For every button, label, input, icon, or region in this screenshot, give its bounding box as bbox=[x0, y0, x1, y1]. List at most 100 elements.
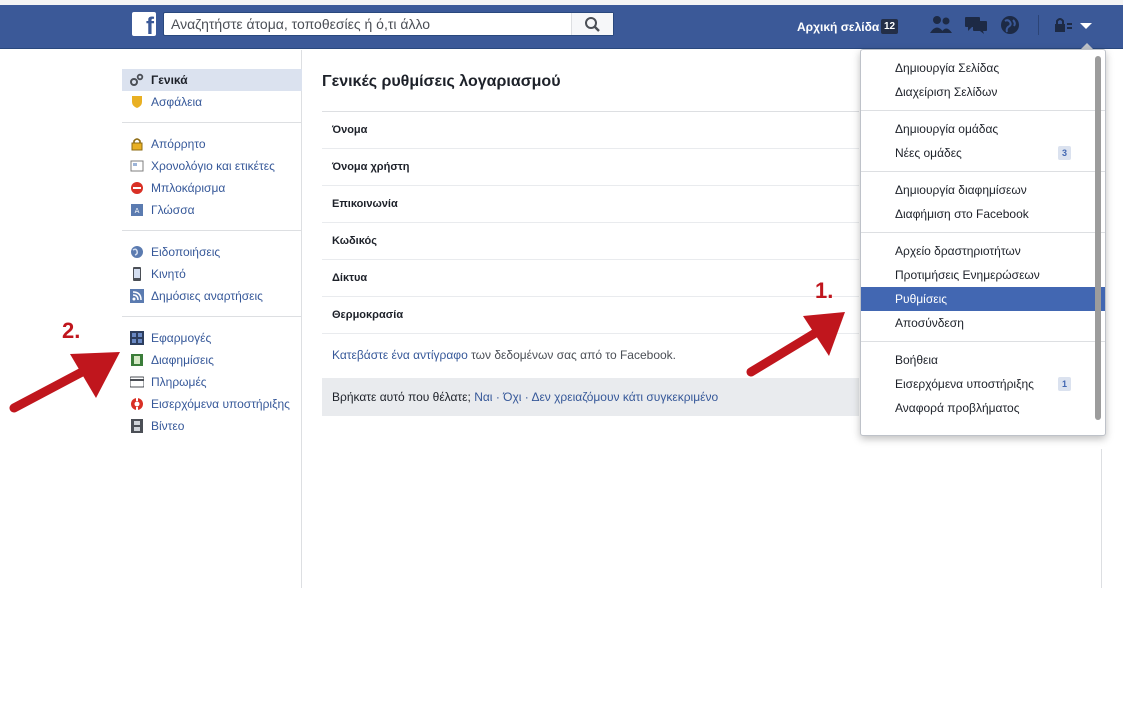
feedback-separator: · bbox=[521, 390, 532, 404]
sidebar-item-apps[interactable]: Εφαρμογές bbox=[122, 327, 302, 349]
sidebar-item-public-posts[interactable]: Δημόσιες αναρτήσεις bbox=[122, 285, 302, 307]
sidebar-item-ads[interactable]: Διαφημίσεις bbox=[122, 349, 302, 371]
download-rest-text: των δεδομένων σας από το Facebook. bbox=[467, 348, 677, 362]
dropdown-group-account: Αρχείο δραστηριοτήτων Προτιμήσεις Ενημερ… bbox=[861, 233, 1105, 342]
menu-item-label: Νέες ομάδες bbox=[895, 146, 962, 160]
annotation-arrow-2 bbox=[9, 352, 120, 413]
content-right-border bbox=[1101, 449, 1102, 588]
settings-row-networks[interactable]: Δίκτυα bbox=[322, 260, 859, 297]
feedback-bar: Βρήκατε αυτό που θέλατε; Ναι · Όχι · Δεν… bbox=[322, 378, 859, 416]
timeline-icon bbox=[130, 160, 144, 172]
sidebar-item-security[interactable]: Ασφάλεια bbox=[122, 91, 302, 113]
sidebar-item-timeline[interactable]: Χρονολόγιο και ετικέτες bbox=[122, 155, 302, 177]
sidebar-item-privacy[interactable]: Απόρρητο bbox=[122, 133, 302, 155]
annotation-arrow-1 bbox=[746, 312, 845, 377]
dropdown-group-help: Βοήθεια Εισερχόμενα υποστήριξης 1 Αναφορ… bbox=[861, 342, 1105, 426]
dropdown-scrollbar[interactable] bbox=[1095, 56, 1101, 420]
settings-sidebar: Γενικά Ασφάλεια Απόρρητο Χρονολόγιο και … bbox=[122, 69, 302, 456]
sidebar-item-notifications[interactable]: Ειδοποιήσεις bbox=[122, 241, 302, 263]
sidebar-item-label: Ασφάλεια bbox=[151, 95, 203, 109]
sidebar-item-label: Δημόσιες αναρτήσεις bbox=[151, 289, 263, 303]
feedback-nothing-link[interactable]: Δεν χρειαζόμουν κάτι συγκεκριμένο bbox=[531, 390, 718, 404]
dropdown-group-pages: Δημιουργία Σελίδας Διαχείριση Σελίδων bbox=[861, 50, 1105, 111]
sidebar-item-label: Απόρρητο bbox=[151, 137, 206, 151]
support-inbox-count-badge: 1 bbox=[1058, 377, 1071, 391]
sidebar-item-general[interactable]: Γενικά bbox=[122, 69, 302, 91]
page-title: Γενικές ρυθμίσεις λογαριασμού bbox=[322, 73, 561, 90]
gears-icon bbox=[130, 73, 144, 86]
settings-row-name[interactable]: Όνομα bbox=[322, 112, 859, 149]
sidebar-item-label: Εφαρμογές bbox=[151, 331, 212, 345]
menu-item-create-page[interactable]: Δημιουργία Σελίδας bbox=[861, 56, 1105, 80]
menu-item-manage-pages[interactable]: Διαχείριση Σελίδων bbox=[861, 80, 1105, 104]
menu-item-help[interactable]: Βοήθεια bbox=[861, 348, 1105, 372]
feedback-question: Βρήκατε αυτό που θέλατε; bbox=[332, 390, 471, 404]
settings-row-username[interactable]: Όνομα χρήστη bbox=[322, 149, 859, 186]
sidebar-item-label: Γλώσσα bbox=[151, 203, 195, 217]
top-bar: f Αρχική σελίδα 12 bbox=[0, 0, 1123, 49]
search-input[interactable] bbox=[164, 13, 574, 35]
nav-divider bbox=[1038, 15, 1039, 35]
film-icon bbox=[131, 419, 143, 433]
menu-item-settings[interactable]: Ρυθμίσεις bbox=[861, 287, 1105, 311]
settings-row-password[interactable]: Κωδικός bbox=[322, 223, 859, 260]
dropdown-group-groups: Δημιουργία ομάδας Νέες ομάδες 3 bbox=[861, 111, 1105, 172]
notifications-globe-icon[interactable] bbox=[998, 14, 1024, 36]
sidebar-item-blocking[interactable]: Μπλοκάρισμα bbox=[122, 177, 302, 199]
new-groups-count-badge: 3 bbox=[1058, 146, 1071, 160]
menu-item-create-ads[interactable]: Δημιουργία διαφημίσεων bbox=[861, 178, 1105, 202]
dropdown-group-ads: Δημιουργία διαφημίσεων Διαφήμιση στο Fac… bbox=[861, 172, 1105, 233]
account-dropdown-menu: Δημιουργία Σελίδας Διαχείριση Σελίδων Δη… bbox=[860, 49, 1106, 436]
sidebar-item-label: Ειδοποιήσεις bbox=[151, 245, 221, 259]
sidebar-item-label: Βίντεο bbox=[151, 419, 185, 433]
sidebar-group-privacy: Απόρρητο Χρονολόγιο και ετικέτες Μπλοκάρ… bbox=[122, 133, 302, 231]
feedback-yes-link[interactable]: Ναι bbox=[474, 390, 492, 404]
privacy-shortcuts-icon[interactable] bbox=[1052, 14, 1078, 36]
block-icon bbox=[131, 182, 143, 194]
mobile-icon bbox=[133, 267, 141, 281]
sidebar-item-label: Πληρωμές bbox=[151, 375, 207, 389]
menu-item-log-out[interactable]: Αποσύνδεση bbox=[861, 311, 1105, 335]
sidebar-group-apps: Εφαρμογές Διαφημίσεις Πληρωμές Εισερχόμε… bbox=[122, 327, 302, 446]
account-chevron-down-icon[interactable] bbox=[1077, 14, 1095, 36]
lock-icon bbox=[131, 138, 143, 151]
sidebar-item-label: Γενικά bbox=[151, 73, 188, 87]
menu-item-report-problem[interactable]: Αναφορά προβλήματος bbox=[861, 396, 1105, 420]
download-copy-link[interactable]: Κατεβάστε ένα αντίγραφο bbox=[332, 348, 468, 362]
friend-requests-icon[interactable] bbox=[928, 14, 954, 36]
sidebar-item-mobile[interactable]: Κινητό bbox=[122, 263, 302, 285]
globe-icon bbox=[131, 246, 143, 258]
ads-icon bbox=[131, 354, 143, 366]
home-link[interactable]: Αρχική σελίδα bbox=[797, 20, 879, 34]
lifebuoy-icon bbox=[131, 398, 143, 410]
sidebar-item-label: Διαφημίσεις bbox=[151, 353, 214, 367]
settings-row-contact[interactable]: Επικοινωνία bbox=[322, 186, 859, 223]
feedback-no-link[interactable]: Όχι bbox=[503, 390, 521, 404]
apps-icon bbox=[130, 331, 144, 345]
menu-item-advertise-on-facebook[interactable]: Διαφήμιση στο Facebook bbox=[861, 202, 1105, 226]
credit-card-icon bbox=[130, 376, 144, 388]
menu-item-activity-log[interactable]: Αρχείο δραστηριοτήτων bbox=[861, 239, 1105, 263]
sidebar-item-payments[interactable]: Πληρωμές bbox=[122, 371, 302, 393]
sidebar-item-support-inbox[interactable]: Εισερχόμενα υποστήριξης bbox=[122, 393, 302, 415]
search-box bbox=[163, 12, 614, 36]
feedback-separator: · bbox=[492, 390, 504, 404]
messages-icon[interactable] bbox=[963, 14, 989, 36]
menu-item-create-group[interactable]: Δημιουργία ομάδας bbox=[861, 117, 1105, 141]
sidebar-item-language[interactable]: A Γλώσσα bbox=[122, 199, 302, 221]
search-button[interactable] bbox=[571, 13, 613, 35]
sidebar-item-label: Χρονολόγιο και ετικέτες bbox=[151, 159, 275, 173]
sidebar-group-notifications: Ειδοποιήσεις Κινητό Δημόσιες αναρτήσεις bbox=[122, 241, 302, 317]
facebook-logo[interactable]: f bbox=[132, 12, 156, 39]
sidebar-item-videos[interactable]: Βίντεο bbox=[122, 415, 302, 437]
shield-icon bbox=[132, 96, 142, 108]
svg-text:A: A bbox=[135, 207, 140, 215]
language-icon: A bbox=[131, 204, 143, 216]
menu-item-support-inbox[interactable]: Εισερχόμενα υποστήριξης 1 bbox=[861, 372, 1105, 396]
rss-icon bbox=[130, 289, 144, 303]
menu-item-news-feed-preferences[interactable]: Προτιμήσεις Ενημερώσεων bbox=[861, 263, 1105, 287]
menu-item-new-groups[interactable]: Νέες ομάδες 3 bbox=[861, 141, 1105, 165]
home-count-badge: 12 bbox=[881, 19, 899, 34]
menu-item-label: Εισερχόμενα υποστήριξης bbox=[895, 377, 1034, 391]
sidebar-item-label: Κινητό bbox=[151, 267, 186, 281]
